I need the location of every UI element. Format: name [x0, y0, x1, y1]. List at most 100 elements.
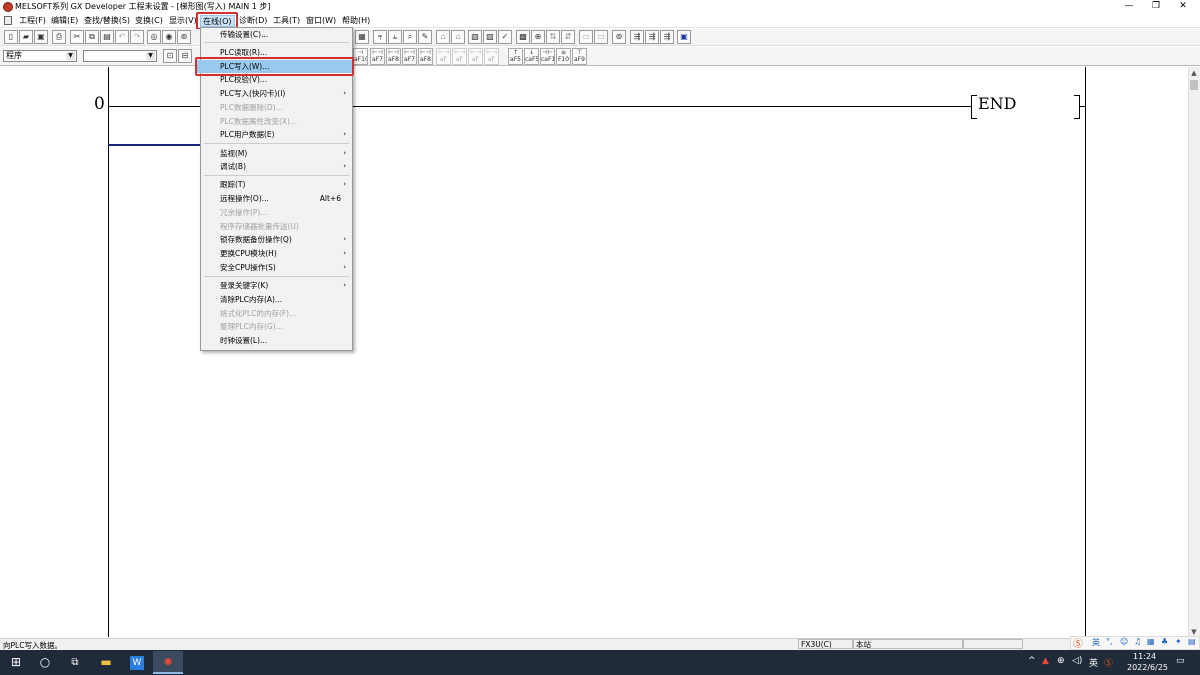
ime-keyboard-icon[interactable]: ▦	[1147, 637, 1155, 646]
clock-time[interactable]: 11:24	[1133, 652, 1156, 661]
print-icon[interactable]: ⎙	[52, 30, 66, 44]
task-view-icon[interactable]: ⧉	[60, 651, 90, 674]
new-file-icon[interactable]: ▯	[4, 30, 18, 44]
menu-item-plc-user-data[interactable]: PLC用户数据(E)	[220, 128, 275, 141]
comment-icon[interactable]: ⇶	[645, 30, 659, 44]
open-folder-icon[interactable]: ▰	[19, 30, 33, 44]
statement-icon[interactable]: ⇶	[660, 30, 674, 44]
ladder-btn-af8[interactable]: ⊢⊣ aF8	[386, 48, 401, 65]
ladder-btn-af8b[interactable]: ⊢⊣ aF8	[418, 48, 433, 65]
monitor-write-icon[interactable]: ⌂	[451, 30, 465, 44]
menu-item-latch-backup[interactable]: 锁存数据备份操作(Q)	[220, 233, 292, 246]
display-mode-icon[interactable]: ⊡	[163, 49, 177, 63]
file-explorer-icon[interactable]: ▬	[91, 651, 121, 674]
ime-shirt-icon[interactable]: ✦	[1175, 637, 1182, 646]
network-icon[interactable]: ⊕	[1057, 656, 1065, 666]
menu-item-plc-write[interactable]: PLC写入(W)...	[220, 60, 269, 73]
find-instruction-icon[interactable]: ◉	[162, 30, 176, 44]
volume-icon[interactable]: ◁)	[1072, 656, 1082, 666]
monitor-icon[interactable]: ▦	[355, 30, 369, 44]
menu-item-safety-cpu[interactable]: 安全CPU操作(S)	[220, 261, 276, 274]
sample-trace-icon[interactable]: ▭	[579, 30, 593, 44]
save-icon[interactable]: ▣	[34, 30, 48, 44]
zoom-icon[interactable]: ⊚	[612, 30, 626, 44]
ime-punctuation-icon[interactable]: °,	[1106, 637, 1113, 646]
menu-item-trace[interactable]: 跟踪(T)	[220, 178, 245, 191]
device-test-icon[interactable]: ⊕	[531, 30, 545, 44]
undo-icon[interactable]: ↶	[115, 30, 129, 44]
ladder-btn-dim1[interactable]: ⊢⊣ aF	[436, 48, 451, 65]
menu-view[interactable]: 显示(V)	[169, 15, 197, 27]
wps-writer-icon[interactable]: W	[122, 651, 152, 674]
skip-icon[interactable]: ⇵	[561, 30, 575, 44]
notification-icon[interactable]: ▭	[1176, 656, 1185, 666]
ladder-transfer-icon[interactable]: ▧	[468, 30, 482, 44]
windows-start-icon[interactable]: ⊞	[1, 651, 31, 674]
trace-icon[interactable]: ▭	[594, 30, 608, 44]
ladder-btn-caf10[interactable]: ⊣⊢caF10	[540, 48, 555, 65]
paste-icon[interactable]: ▤	[100, 30, 114, 44]
menu-convert[interactable]: 变换(C)	[135, 15, 163, 27]
ladder-verify-icon[interactable]: ▨	[483, 30, 497, 44]
program-select[interactable]: 程序 ▼	[3, 50, 77, 62]
ladder-btn-af5[interactable]: ↑ aF5	[508, 48, 523, 65]
find-contact-icon[interactable]: ⊛	[177, 30, 191, 44]
cut-icon[interactable]: ✂	[70, 30, 84, 44]
vertical-scrollbar[interactable]	[1188, 67, 1200, 638]
ladder-check-icon[interactable]: ✓	[498, 30, 512, 44]
device-batch-icon[interactable]: ▩	[516, 30, 530, 44]
menu-item-monitor[interactable]: 监视(M)	[220, 147, 247, 160]
menu-window[interactable]: 窗口(W)	[306, 15, 336, 27]
ladder-btn-afn10[interactable]: ⊣ aF10	[353, 48, 368, 65]
menu-item-change-cpu[interactable]: 更换CPU模块(H)	[220, 247, 277, 260]
ime-emoji-icon[interactable]: ☺	[1120, 637, 1128, 646]
ladder-btn-af7b[interactable]: ⊢⊣ aF7	[402, 48, 417, 65]
ladder-btn-dim2[interactable]: ⊢⊣ aF	[452, 48, 467, 65]
menu-tools[interactable]: 工具(T)	[273, 15, 300, 27]
menu-help[interactable]: 帮助(H)	[342, 15, 370, 27]
ladder-editor[interactable]	[0, 67, 1188, 638]
ime-voice-icon[interactable]: ♫	[1134, 637, 1141, 646]
clock-date[interactable]: 2022/6/25	[1127, 663, 1168, 672]
menu-item-plc-read[interactable]: PLC读取(R)...	[220, 46, 267, 59]
input-language[interactable]: 英	[1089, 656, 1098, 669]
ime-menu-icon[interactable]: ▤	[1188, 637, 1196, 646]
menu-find-replace[interactable]: 查找/替换(S)	[84, 15, 130, 27]
contact-edit-icon[interactable]: ⫧	[373, 30, 387, 44]
coil-edit-icon[interactable]: ⫨	[388, 30, 402, 44]
display-toggle-icon[interactable]: ⊟	[178, 49, 192, 63]
menu-item-plc-verify[interactable]: PLC校验(V)...	[220, 73, 267, 86]
sogou-tray-icon[interactable]: Ⓢ	[1104, 656, 1113, 669]
document-icon[interactable]	[4, 16, 12, 25]
close-button[interactable]: ✕	[1165, 0, 1200, 13]
ime-language[interactable]: 英	[1092, 637, 1100, 648]
menu-item-clock-setup[interactable]: 时钟设置(L)...	[220, 334, 267, 347]
menu-item-clear-plc-memory[interactable]: 清除PLC内存(A)...	[220, 293, 282, 306]
menu-item-debug[interactable]: 调试(B)	[220, 160, 246, 173]
window-icon[interactable]: ▣	[677, 30, 691, 44]
sogou-ime-icon[interactable]: Ⓢ	[1073, 635, 1083, 650]
step-run-icon[interactable]: ⇅	[546, 30, 560, 44]
menu-project[interactable]: 工程(F)	[19, 15, 46, 27]
device-select[interactable]: ▼	[83, 50, 157, 62]
ladder-btn-f10[interactable]: ≡ F10	[556, 48, 571, 65]
copy-icon[interactable]: ⧉	[85, 30, 99, 44]
tray-app-icon[interactable]: ▲	[1042, 656, 1049, 666]
menu-diagnostics[interactable]: 诊断(D)	[239, 15, 267, 27]
ladder-btn-dim4[interactable]: ⊢⊣ aF	[484, 48, 499, 65]
ladder-btn-af7[interactable]: ⊢⊣ aF7	[370, 48, 385, 65]
edit-cursor[interactable]	[108, 144, 204, 146]
menu-item-plc-write-flash[interactable]: PLC写入(快闪卡)(I)	[220, 87, 285, 100]
menu-item-register-keyword[interactable]: 登录关键字(K)	[220, 279, 268, 292]
menu-item-transfer-setup[interactable]: 传输设置(C)...	[220, 28, 268, 41]
find-device-icon[interactable]: ◎	[147, 30, 161, 44]
monitor-mode-icon[interactable]: ⌂	[436, 30, 450, 44]
menu-edit[interactable]: 编辑(E)	[51, 15, 78, 27]
tray-expand-icon[interactable]: ^	[1028, 656, 1036, 666]
scroll-up-icon[interactable]: ▲	[1188, 67, 1200, 79]
scroll-thumb[interactable]	[1190, 80, 1198, 90]
search-icon[interactable]: ○	[30, 651, 60, 674]
menu-item-remote-operation[interactable]: 远程操作(O)...	[220, 192, 269, 205]
ladder-btn-caf5[interactable]: ↓ caF5	[524, 48, 539, 65]
ime-skin-icon[interactable]: ♣	[1161, 637, 1168, 646]
